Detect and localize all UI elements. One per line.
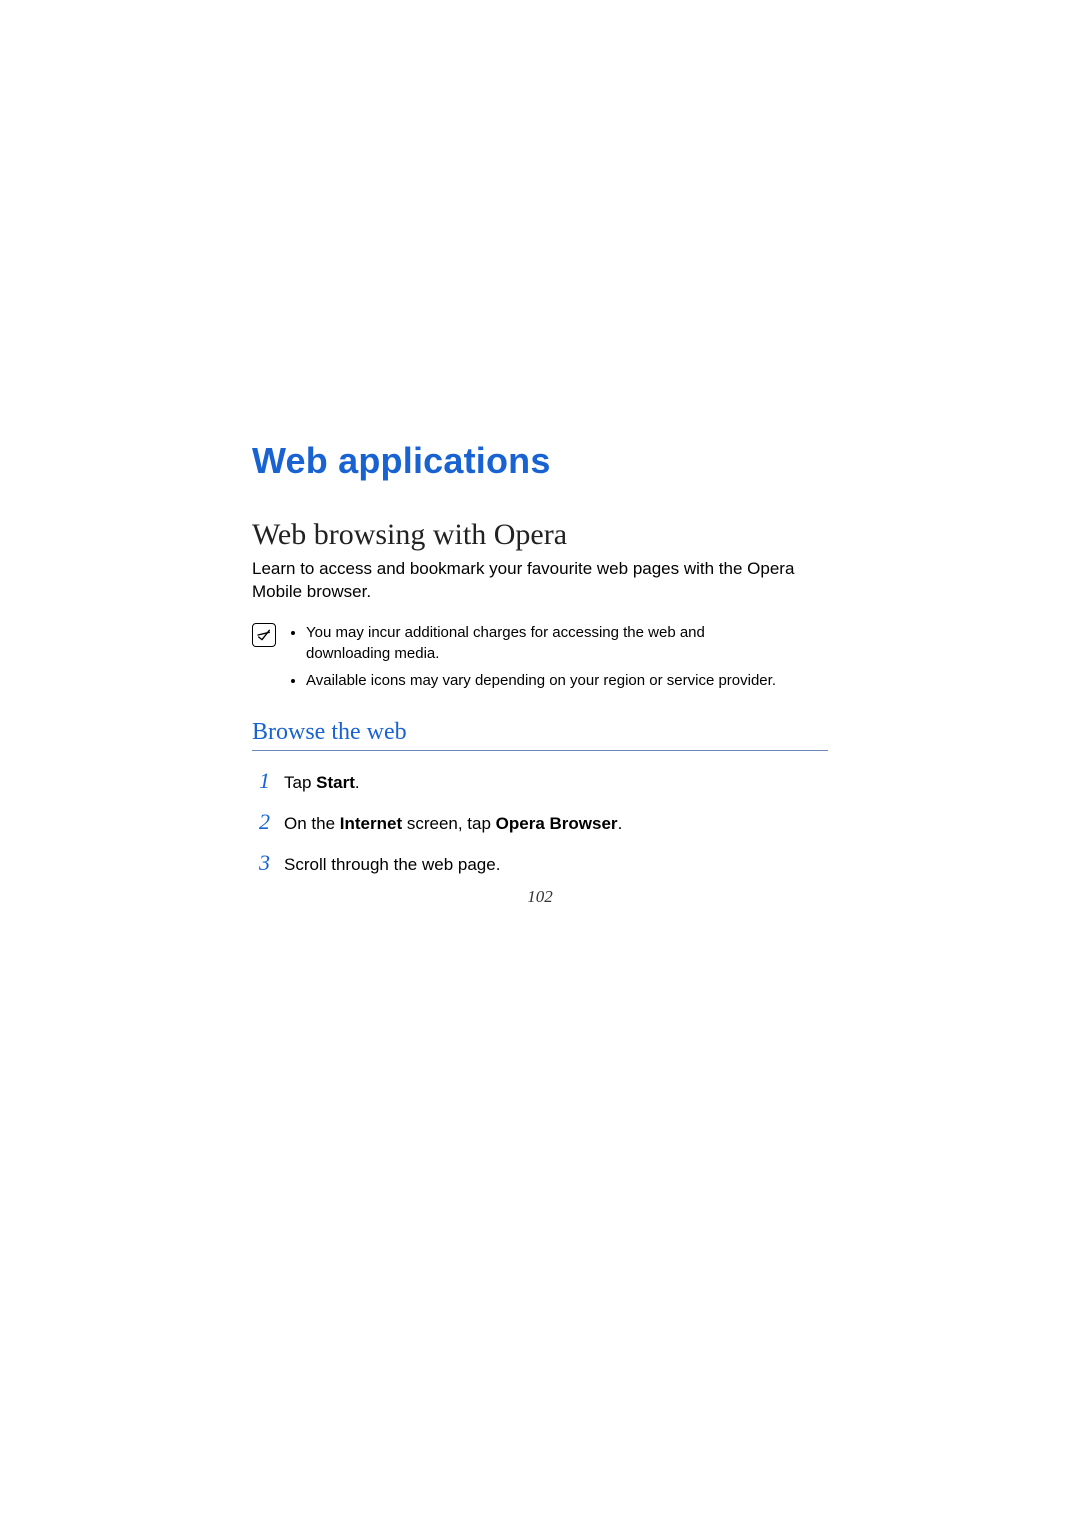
- note-item: Available icons may vary depending on yo…: [306, 670, 788, 691]
- subsection-title: Browse the web: [252, 719, 828, 751]
- step-number: 2: [252, 804, 270, 839]
- section-title: Web browsing with Opera: [252, 518, 828, 552]
- step-number: 3: [252, 845, 270, 880]
- note-block: You may incur additional charges for acc…: [252, 622, 828, 697]
- chapter-title: Web applications: [252, 440, 828, 482]
- steps-list: 1 Tap Start. 2 On the Internet screen, t…: [252, 763, 828, 881]
- step-item: 3 Scroll through the web page.: [252, 845, 828, 880]
- document-page: Web applications Web browsing with Opera…: [0, 0, 1080, 1527]
- step-text: Scroll through the web page.: [284, 851, 500, 878]
- page-number: 102: [0, 887, 1080, 907]
- step-number: 1: [252, 763, 270, 798]
- section-description: Learn to access and bookmark your favour…: [252, 558, 812, 604]
- step-item: 1 Tap Start.: [252, 763, 828, 798]
- note-list: You may incur additional charges for acc…: [288, 622, 788, 697]
- note-icon: [252, 623, 276, 647]
- step-item: 2 On the Internet screen, tap Opera Brow…: [252, 804, 828, 839]
- step-text: On the Internet screen, tap Opera Browse…: [284, 810, 622, 837]
- step-text: Tap Start.: [284, 769, 360, 796]
- note-item: You may incur additional charges for acc…: [306, 622, 788, 664]
